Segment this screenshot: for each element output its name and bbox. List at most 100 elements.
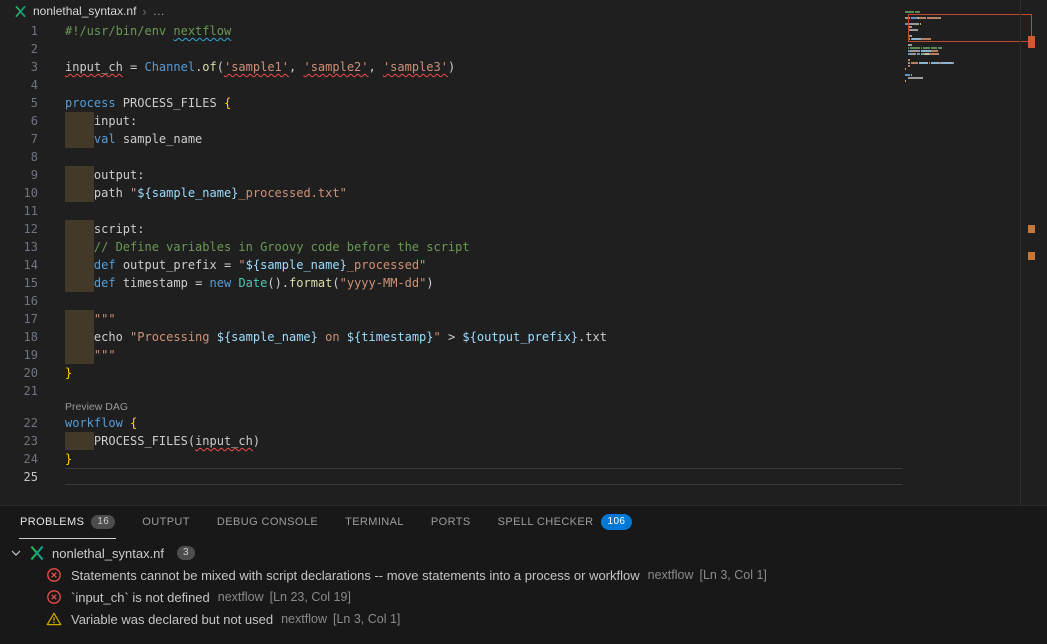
line-number[interactable]: 23 — [0, 432, 38, 450]
line-number[interactable]: 4 — [0, 76, 38, 94]
indent-highlight — [65, 166, 94, 184]
code-line[interactable]: 2 — [0, 40, 1047, 58]
line-number[interactable]: 14 — [0, 256, 38, 274]
minimap[interactable] — [905, 10, 1020, 90]
code-text: script: — [65, 220, 144, 238]
line-number[interactable]: 13 — [0, 238, 38, 256]
code-line[interactable]: 18 echo "Processing ${sample_name} on ${… — [0, 328, 1047, 346]
code-token: " — [238, 258, 245, 272]
line-number[interactable]: 21 — [0, 382, 38, 400]
line-number[interactable]: 2 — [0, 40, 38, 58]
code-token: > — [441, 330, 463, 344]
indent-highlight — [65, 220, 94, 238]
code-line[interactable]: 21 — [0, 382, 1047, 400]
code-line[interactable]: 13 // Define variables in Groovy code be… — [0, 238, 1047, 256]
code-token: 'sample3' — [383, 60, 448, 74]
line-number[interactable]: 10 — [0, 184, 38, 202]
line-number[interactable]: 16 — [0, 292, 38, 310]
panel-tab-spell-checker[interactable]: SPELL CHECKER106 — [497, 506, 634, 539]
indent-highlight — [65, 130, 94, 148]
code-text: val sample_name — [65, 130, 202, 148]
panel-tab-problems[interactable]: PROBLEMS16 — [19, 506, 116, 539]
problem-source: nextflow — [218, 590, 264, 604]
code-token: .txt — [578, 330, 607, 344]
code-line[interactable]: 8 — [0, 148, 1047, 166]
line-number[interactable]: 7 — [0, 130, 38, 148]
code-token: """ — [94, 348, 116, 362]
problems-file-name: nonlethal_syntax.nf — [52, 546, 164, 561]
code-token: 'sample1' — [224, 60, 289, 74]
line-number[interactable]: 22 — [0, 414, 38, 432]
problems-file-row[interactable]: nonlethal_syntax.nf3 — [0, 542, 1047, 564]
chevron-down-icon[interactable] — [8, 545, 24, 561]
code-line[interactable]: 11 — [0, 202, 1047, 220]
line-number[interactable]: 8 — [0, 148, 38, 166]
code-line[interactable]: 1#!/usr/bin/env nextflow — [0, 22, 1047, 40]
line-number[interactable]: 6 — [0, 112, 38, 130]
code-line[interactable]: 24} — [0, 450, 1047, 468]
panel-tab-debug-console[interactable]: DEBUG CONSOLE — [216, 506, 319, 539]
line-number[interactable]: 12 — [0, 220, 38, 238]
line-number[interactable]: 18 — [0, 328, 38, 346]
code-line[interactable]: 5process PROCESS_FILES { — [0, 94, 1047, 112]
code-line[interactable]: 3input_ch = Channel.of('sample1', 'sampl… — [0, 58, 1047, 76]
line-number[interactable]: 15 — [0, 274, 38, 292]
panel-tab-label: PORTS — [431, 516, 471, 528]
code-token: def — [94, 276, 123, 290]
code-token: 'sample2' — [303, 60, 368, 74]
code-text: path "${sample_name}_processed.txt" — [65, 184, 347, 202]
overview-ruler-mark — [1028, 225, 1035, 233]
code-line[interactable]: 7 val sample_name — [0, 130, 1047, 148]
problem-message: Variable was declared but not used — [71, 612, 273, 627]
code-token: timestamp — [123, 276, 188, 290]
code-text: output: — [65, 166, 144, 184]
code-line[interactable]: 10 path "${sample_name}_processed.txt" — [0, 184, 1047, 202]
code-token: of — [202, 60, 216, 74]
code-token: ${timestamp} — [347, 330, 434, 344]
panel-tab-label: PROBLEMS — [20, 516, 84, 528]
panel-tab-label: OUTPUT — [142, 516, 190, 528]
breadcrumb-file[interactable]: nonlethal_syntax.nf — [33, 4, 136, 18]
line-number[interactable]: 3 — [0, 58, 38, 76]
code-line[interactable]: 4 — [0, 76, 1047, 94]
problem-message: Statements cannot be mixed with script d… — [71, 568, 640, 583]
problem-location: [Ln 3, Col 1] — [333, 612, 400, 626]
line-number[interactable]: 24 — [0, 450, 38, 468]
line-number[interactable]: 20 — [0, 364, 38, 382]
line-number[interactable]: 1 — [0, 22, 38, 40]
line-number[interactable]: 25 — [0, 468, 38, 486]
code-line[interactable]: 17 """ — [0, 310, 1047, 328]
code-line[interactable]: 16 — [0, 292, 1047, 310]
code-line[interactable]: 15 def timestamp = new Date().format("yy… — [0, 274, 1047, 292]
code-line[interactable]: 20} — [0, 364, 1047, 382]
code-line[interactable]: 23 PROCESS_FILES(input_ch) — [0, 432, 1047, 450]
code-line[interactable]: 14 def output_prefix = "${sample_name}_p… — [0, 256, 1047, 274]
line-number[interactable]: 9 — [0, 166, 38, 184]
line-number[interactable]: 19 — [0, 346, 38, 364]
line-number[interactable]: 11 — [0, 202, 38, 220]
breadcrumb-more[interactable]: … — [153, 4, 166, 18]
indent-highlight — [65, 310, 94, 328]
code-line[interactable]: 9 output: — [0, 166, 1047, 184]
line-number[interactable]: 17 — [0, 310, 38, 328]
code-line[interactable]: 12 script: — [0, 220, 1047, 238]
panel-tab-terminal[interactable]: TERMINAL — [344, 506, 405, 539]
panel-tab-output[interactable]: OUTPUT — [141, 506, 191, 539]
code-line[interactable]: 19 """ — [0, 346, 1047, 364]
line-number[interactable]: 5 — [0, 94, 38, 112]
problem-item[interactable]: `input_ch` is not definednextflow[Ln 23,… — [0, 586, 1047, 608]
code-text: input: — [65, 112, 137, 130]
codelens-preview-dag[interactable]: Preview DAG — [0, 400, 1047, 414]
problem-message: `input_ch` is not defined — [71, 590, 210, 605]
code-token: input_ch — [195, 434, 253, 448]
editor-lines[interactable]: 1#!/usr/bin/env nextflow23input_ch = Cha… — [0, 22, 1047, 486]
code-text: } — [65, 450, 72, 468]
code-line[interactable]: 25 — [0, 468, 1047, 486]
code-line[interactable]: 6 input: — [0, 112, 1047, 130]
panel-tab-ports[interactable]: PORTS — [430, 506, 472, 539]
code-token: Channel — [144, 60, 195, 74]
code-line[interactable]: 22workflow { — [0, 414, 1047, 432]
code-token: _processed" — [347, 258, 426, 272]
problem-item[interactable]: Variable was declared but not usednextfl… — [0, 608, 1047, 630]
problem-item[interactable]: Statements cannot be mixed with script d… — [0, 564, 1047, 586]
